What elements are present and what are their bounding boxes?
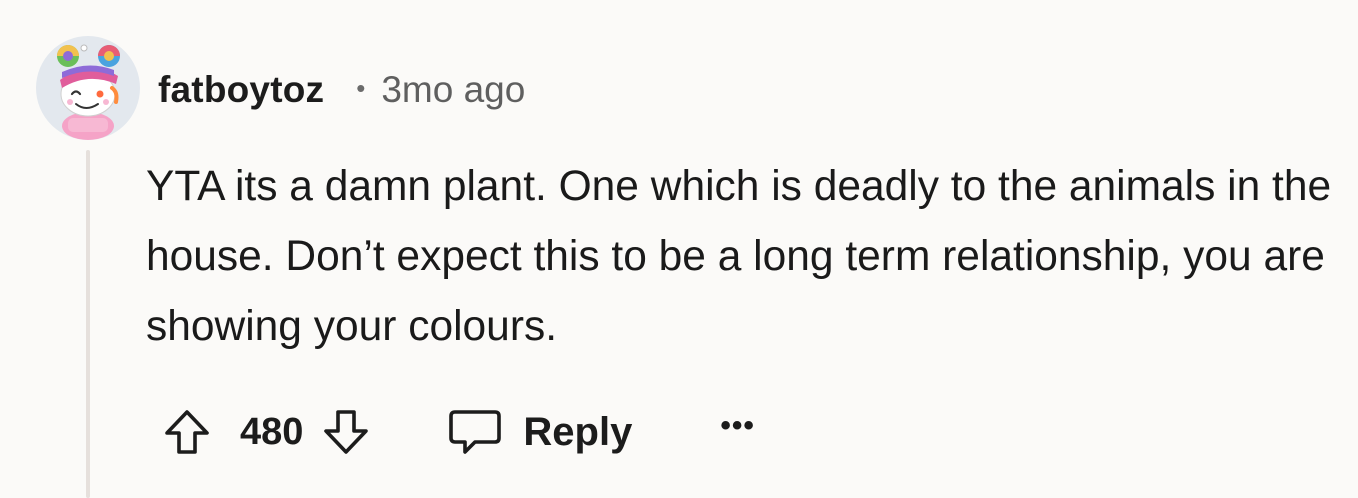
- reply-button[interactable]: Reply: [447, 406, 632, 458]
- arrow-up-icon: [165, 410, 209, 454]
- speech-bubble-icon: [449, 410, 502, 454]
- upvote-button[interactable]: [156, 401, 218, 463]
- snoo-avatar-icon: [36, 36, 140, 140]
- arrow-down-icon: [324, 410, 369, 454]
- comment-body: YTA its a damn plant. One which is deadl…: [146, 163, 1332, 350]
- more-options-button[interactable]: •••: [720, 409, 755, 452]
- downvote-button[interactable]: [315, 401, 377, 463]
- comment-actions: 480 Reply •••: [156, 396, 755, 468]
- ellipsis-icon: •••: [720, 409, 755, 442]
- vote-group: 480: [156, 401, 377, 463]
- thread-line[interactable]: [86, 150, 90, 498]
- meta-separator: •: [356, 72, 366, 103]
- avatar[interactable]: [36, 36, 140, 140]
- vote-score: 480: [240, 410, 304, 453]
- username-link[interactable]: fatboytoz: [158, 69, 324, 111]
- timestamp[interactable]: 3mo ago: [381, 69, 525, 111]
- comment: fatboytoz • 3mo ago YTA its a damn plant…: [0, 0, 1358, 498]
- reply-label: Reply: [523, 409, 633, 454]
- comment-meta: fatboytoz • 3mo ago: [158, 62, 525, 118]
